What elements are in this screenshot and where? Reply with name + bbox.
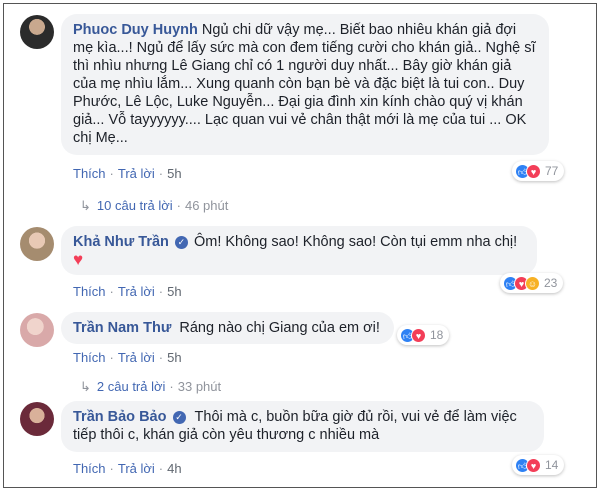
like-link[interactable]: Thích <box>73 166 106 181</box>
comment-actions: Thích · Trả lời · 4h <box>73 461 182 476</box>
reaction-summary[interactable]: 👍︎ ♥ 18 <box>397 325 450 345</box>
comment-time[interactable]: 5h <box>167 284 181 299</box>
love-reaction-icon: ♥ <box>526 163 541 179</box>
view-replies-link[interactable]: ↳ 10 câu trả lời · 46 phút <box>80 198 228 214</box>
avatar[interactable] <box>20 227 54 261</box>
reply-link[interactable]: Trả lời <box>118 166 155 181</box>
haha-reaction-icon: ☺ <box>525 275 540 291</box>
comment-text: Ráng nào chị Giang của em ơi! <box>179 320 380 336</box>
love-reaction-icon: ♥ <box>526 457 541 473</box>
like-link[interactable]: Thích <box>73 461 106 476</box>
heart-emoji-icon: ♥ <box>73 250 84 269</box>
comment-bubble: Phuoc Duy Huynh Ngủ chi dữ vậy mẹ... Biế… <box>61 14 549 155</box>
reaction-count: 14 <box>545 458 559 472</box>
reaction-count: 77 <box>545 164 559 178</box>
comment-actions: Thích · Trả lời · 5h <box>73 350 182 365</box>
reaction-count: 18 <box>430 328 444 342</box>
replies-time: 46 phút <box>184 198 229 213</box>
reaction-summary[interactable]: 👍︎ ♥ 77 <box>512 161 565 181</box>
comment-bubble: Trần Bảo Bảo ✓ Thôi mà c, buồn bữa giờ đ… <box>61 401 544 452</box>
replies-count[interactable]: 10 câu trả lời <box>97 198 173 213</box>
comment-bubble: Khả Như Trần ✓ Ôm! Không sao! Không sao!… <box>61 226 537 275</box>
comment-bubble: Trần Nam Thư Ráng nào chị Giang của em ơ… <box>61 312 394 344</box>
avatar[interactable] <box>20 402 54 436</box>
reply-link[interactable]: Trả lời <box>118 284 155 299</box>
like-link[interactable]: Thích <box>73 350 106 365</box>
comments-panel: Phuoc Duy Huynh Ngủ chi dữ vậy mẹ... Biế… <box>3 3 597 488</box>
reply-arrow-icon: ↳ <box>80 379 91 394</box>
reply-link[interactable]: Trả lời <box>118 461 155 476</box>
love-reaction-icon: ♥ <box>411 327 426 343</box>
comment-text: Ôm! Không sao! Không sao! Còn tụi emm nh… <box>193 234 518 250</box>
reaction-summary[interactable]: 👍︎ ♥ 14 <box>512 455 565 475</box>
comment-text: Ngủ chi dữ vậy mẹ... Biết bao nhiêu khán… <box>73 22 536 146</box>
reply-link[interactable]: Trả lời <box>118 350 155 365</box>
replies-count[interactable]: 2 câu trả lời <box>97 379 166 394</box>
avatar[interactable] <box>20 15 54 49</box>
comment-time[interactable]: 4h <box>167 461 181 476</box>
comment-time[interactable]: 5h <box>167 350 181 365</box>
comment-actions: Thích · Trả lời · 5h <box>73 284 182 299</box>
reaction-summary[interactable]: 👍︎ ♥ ☺ 23 <box>500 273 564 293</box>
comment-actions: Thích · Trả lời · 5h <box>73 166 182 181</box>
like-link[interactable]: Thích <box>73 284 106 299</box>
reply-arrow-icon: ↳ <box>80 198 91 213</box>
verified-badge-icon: ✓ <box>172 411 186 424</box>
view-replies-link[interactable]: ↳ 2 câu trả lời · 33 phút <box>80 379 221 395</box>
replies-time: 33 phút <box>177 379 222 394</box>
comment-author[interactable]: Phuoc Duy Huynh <box>73 22 198 38</box>
reaction-count: 23 <box>544 276 558 290</box>
verified-badge-icon: ✓ <box>174 236 188 249</box>
comment-author[interactable]: Khả Như Trần <box>73 234 169 250</box>
avatar[interactable] <box>20 313 54 347</box>
comment-author[interactable]: Trần Nam Thư <box>73 320 171 336</box>
comment-author[interactable]: Trần Bảo Bảo <box>73 409 166 425</box>
comment-time[interactable]: 5h <box>167 166 181 181</box>
